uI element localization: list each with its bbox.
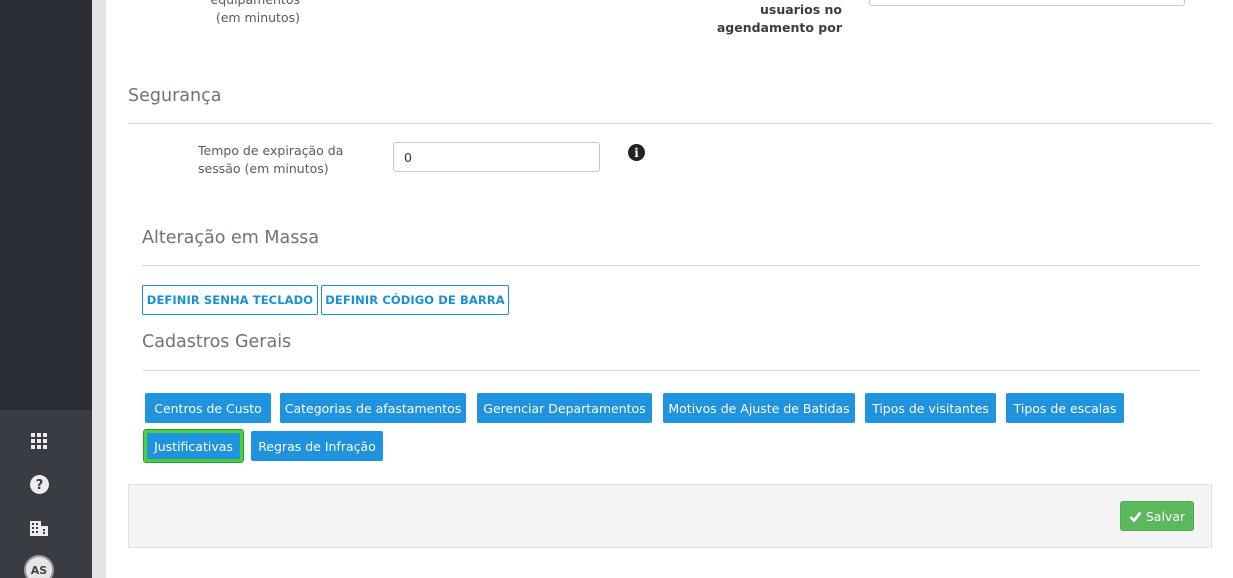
visitor-types-button[interactable]: Tipos de visitantes <box>865 393 996 423</box>
avatar-initials: AS <box>30 563 48 577</box>
justifications-button[interactable]: Justificativas <box>143 429 244 463</box>
form-footer: Salvar <box>128 484 1212 548</box>
info-icon[interactable]: i <box>628 144 645 161</box>
help-icon[interactable]: ? <box>28 473 50 495</box>
shift-types-button[interactable]: Tipos de escalas <box>1006 393 1124 423</box>
session-timeout-label: Tempo de expiração da sessão (em minutos… <box>198 143 344 176</box>
define-barcode-button[interactable]: DEFINIR CÓDIGO DE BARRA <box>321 285 509 315</box>
define-keyboard-password-button[interactable]: DEFINIR SENHA TECLADO <box>142 285 318 315</box>
section-title-cadastros-gerais: Cadastros Gerais <box>142 332 292 352</box>
save-label: Salvar <box>1145 508 1186 524</box>
svg-text:?: ? <box>35 478 43 493</box>
punch-adjustment-reasons-button[interactable]: Motivos de Ajuste de Batidas <box>663 393 855 423</box>
sidebar-bottom-panel: ? AS <box>0 410 92 578</box>
leave-categories-button[interactable]: Categorias de afastamentos <box>280 393 466 423</box>
equipamentos-label: equipamentos (em minutos) <box>211 0 300 25</box>
divider <box>142 370 1199 371</box>
settings-content: equipamentos (em minutos) usuarios no ag… <box>106 0 1233 578</box>
agendamento-input[interactable] <box>869 0 1185 6</box>
infraction-rules-button[interactable]: Regras de Infração <box>251 431 383 461</box>
divider <box>142 265 1199 266</box>
section-title-alteracao-massa: Alteração em Massa <box>142 228 320 248</box>
building-icon[interactable] <box>28 516 50 538</box>
divider <box>128 123 1212 124</box>
agendamento-label: usuarios no agendamento por <box>716 2 842 35</box>
section-title-seguranca: Segurança <box>128 86 222 106</box>
apps-grid-icon[interactable] <box>28 430 50 452</box>
content-gutter <box>92 0 106 578</box>
avatar[interactable]: AS <box>24 555 54 578</box>
check-icon <box>1129 511 1142 522</box>
manage-departments-button[interactable]: Gerenciar Departamentos <box>477 393 652 423</box>
save-button[interactable]: Salvar <box>1120 501 1194 531</box>
cost-centers-button[interactable]: Centros de Custo <box>145 393 271 423</box>
session-timeout-input[interactable] <box>393 142 600 172</box>
sidebar: ? AS <box>0 0 92 578</box>
